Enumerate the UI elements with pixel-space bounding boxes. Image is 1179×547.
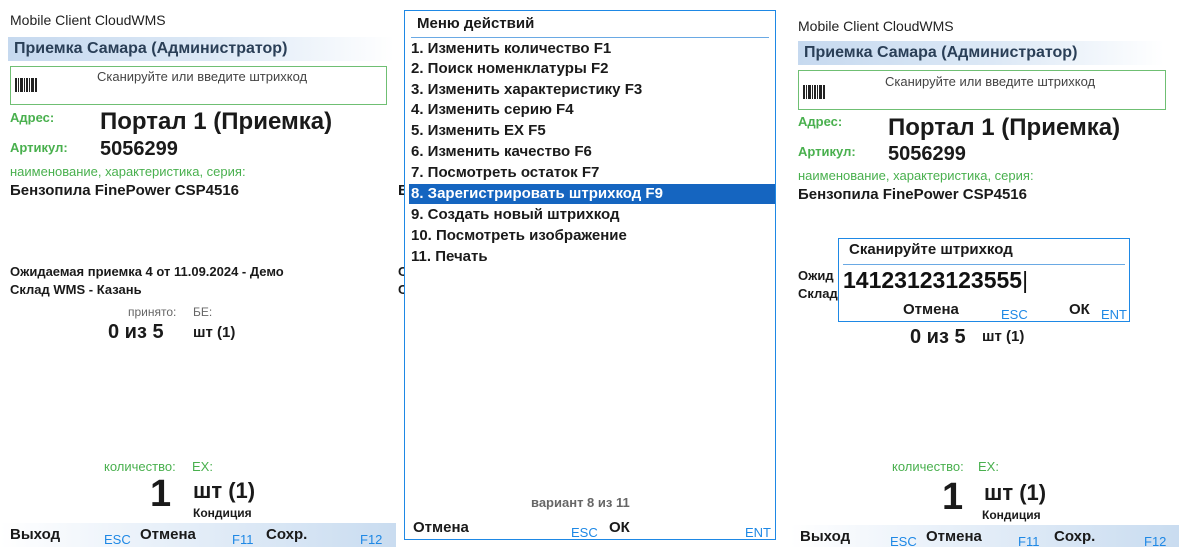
dialog-cancel-key: ESC	[1001, 307, 1028, 322]
fields-hint: наименование, характеристика, серия:	[798, 168, 1034, 183]
product-name: Бензопила FinePower CSP4516	[10, 182, 239, 199]
accepted-value: 0 из 5	[910, 326, 966, 348]
barcode-icon	[15, 78, 37, 92]
save-button[interactable]: Сохр.	[266, 526, 307, 543]
dialog-divider	[843, 264, 1125, 265]
menu-cancel-button[interactable]: Отмена	[413, 519, 469, 536]
expected-receipt-line1: Ожидаемая приемка 4 от 11.09.2024 - Демо	[10, 264, 284, 279]
cancel-button[interactable]: Отмена	[140, 526, 196, 543]
qty-unit: шт (1)	[984, 480, 1047, 505]
article-label: Артикул:	[798, 144, 856, 159]
be-label: БЕ:	[193, 305, 213, 319]
scan-placeholder: Сканируйте или введите штрихкод	[885, 74, 1096, 89]
qty-label: количество:	[104, 459, 176, 474]
menu-item-change-quality[interactable]: 6. Изменить качество F6	[409, 142, 775, 162]
condition-label: Кондиция	[193, 506, 252, 520]
save-button[interactable]: Сохр.	[1054, 528, 1095, 545]
expected-receipt-line2: Склад WMS - Казань	[10, 282, 142, 297]
text-cursor: |	[1022, 267, 1029, 293]
product-name: Бензопила FinePower CSP4516	[798, 186, 1027, 203]
menu-item-view-stock[interactable]: 7. Посмотреть остаток F7	[409, 163, 775, 183]
screen-header: Приемка Самара (Администратор)	[798, 41, 1164, 65]
article-value: 5056299	[888, 143, 966, 165]
window-title: Mobile Client CloudWMS	[798, 18, 954, 34]
fields-hint: наименование, характеристика, серия:	[10, 164, 246, 179]
address-label: Адрес:	[798, 114, 843, 129]
menu-item-change-series[interactable]: 4. Изменить серию F4	[409, 100, 775, 120]
menu-item-change-quantity[interactable]: 1. Изменить количество F1	[409, 39, 775, 59]
menu-item-change-ex[interactable]: 5. Изменить ЕХ F5	[409, 121, 775, 141]
exit-button[interactable]: Выход	[800, 528, 850, 545]
address-value: Портал 1 (Приемка)	[888, 114, 1121, 141]
save-key: F12	[1144, 534, 1167, 547]
barcode-icon	[803, 85, 825, 99]
qty-value[interactable]: 1	[942, 476, 963, 519]
window-title: Mobile Client CloudWMS	[10, 12, 166, 28]
scan-field[interactable]: Сканируйте или введите штрихкод	[10, 66, 387, 105]
dialog-ok-key: ENT	[1101, 307, 1127, 322]
panel-barcode-dialog-screen: Mobile Client CloudWMS Приемка Самара (А…	[790, 0, 1179, 547]
menu-divider	[411, 37, 769, 38]
exit-key: ESC	[104, 532, 131, 547]
accepted-unit: шт (1)	[193, 324, 236, 341]
exit-key: ESC	[890, 534, 917, 547]
screen-header: Приемка Самара (Администратор)	[8, 37, 394, 61]
cancel-button[interactable]: Отмена	[926, 528, 982, 545]
variant-counter: вариант 8 из 11	[531, 495, 630, 510]
menu-item-create-barcode[interactable]: 9. Создать новый штрихкод	[409, 205, 775, 225]
dialog-cancel-button[interactable]: Отмена	[903, 301, 959, 318]
menu-item-print[interactable]: 11. Печать	[409, 247, 775, 267]
condition-label: Кондиция	[982, 508, 1041, 522]
menu-ok-button[interactable]: ОК	[609, 519, 630, 536]
dialog-ok-button[interactable]: ОК	[1069, 301, 1090, 318]
expected-receipt-fragment: Ожид	[798, 268, 834, 283]
barcode-input[interactable]: 14123123123555|	[843, 267, 1028, 294]
qty-label: количество:	[892, 459, 964, 474]
menu-ok-key: ENT	[745, 525, 771, 540]
address-label: Адрес:	[10, 110, 55, 125]
scan-placeholder: Сканируйте или введите штрихкод	[97, 69, 308, 84]
save-key: F12	[360, 532, 383, 547]
accepted-value: 0 из 5	[108, 321, 164, 343]
article-value: 5056299	[100, 138, 178, 160]
exit-button[interactable]: Выход	[10, 526, 60, 543]
menu-item-change-characteristic[interactable]: 3. Изменить характеристику F3	[409, 80, 775, 100]
qty-value[interactable]: 1	[150, 473, 171, 516]
ex-label: ЕХ:	[192, 459, 213, 474]
menu-item-search-nomenclature[interactable]: 2. Поиск номенклатуры F2	[409, 59, 775, 79]
article-label: Артикул:	[10, 140, 68, 155]
menu-item-register-barcode[interactable]: 8. Зарегистрировать штрихкод F9	[409, 184, 775, 204]
menu-item-view-image[interactable]: 10. Посмотреть изображение	[409, 226, 775, 246]
barcode-input-value: 14123123123555	[843, 267, 1023, 293]
expected-receipt-fragment: Склад	[798, 286, 838, 301]
menu-cancel-key: ESC	[571, 525, 598, 540]
ex-label: ЕХ:	[978, 459, 999, 474]
scan-barcode-dialog: Сканируйте штрихкод 14123123123555| Отме…	[838, 238, 1130, 322]
scan-field[interactable]: Сканируйте или введите штрихкод	[798, 70, 1166, 110]
accepted-label: принято:	[128, 305, 177, 319]
cancel-key: F11	[1018, 534, 1040, 547]
menu-title: Меню действий	[417, 15, 535, 32]
accepted-unit: шт (1)	[982, 328, 1025, 345]
qty-unit: шт (1)	[193, 478, 256, 503]
actions-menu-dialog: Меню действий 1. Изменить количество F1 …	[404, 10, 776, 540]
panel-receiving-screen: Mobile Client CloudWMS Приемка Самара (А…	[0, 0, 396, 547]
dialog-title: Сканируйте штрихкод	[849, 241, 1013, 258]
address-value: Портал 1 (Приемка)	[100, 108, 333, 135]
cancel-key: F11	[232, 532, 254, 547]
